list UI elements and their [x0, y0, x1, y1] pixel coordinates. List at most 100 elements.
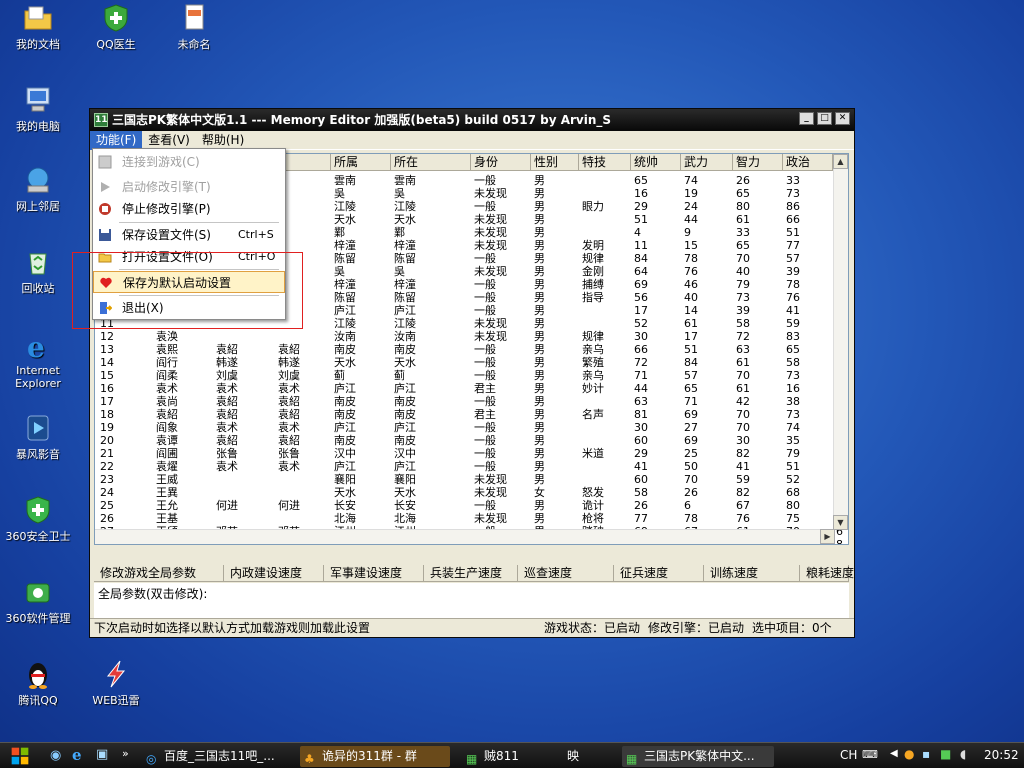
start-button-icon[interactable]: [10, 746, 30, 766]
menu-item-start-engine[interactable]: 启动修改引擎(T): [93, 176, 285, 198]
desktop-icon-baofeng[interactable]: 暴风影音: [0, 412, 76, 462]
table-cell: 未发现: [474, 213, 507, 226]
table-cell: 阎圃: [156, 447, 178, 460]
column-header[interactable]: 武力: [681, 154, 733, 171]
taskbar-button-ying[interactable]: 映: [545, 746, 605, 767]
language-indicator[interactable]: CH: [840, 748, 857, 762]
window-titlebar[interactable]: 11 三国志PK繁体中文版1.1 --- Memory Editor 加强版(b…: [90, 109, 854, 131]
table-cell: 天水: [394, 486, 416, 499]
desktop-icon-internet-explorer[interactable]: e Internet Explorer: [0, 330, 76, 390]
desktop-icon-my-computer[interactable]: 我的电脑: [0, 84, 76, 134]
ie-icon: e: [27, 331, 45, 362]
table-cell: 南皮: [334, 343, 356, 356]
tray-arrow-icon[interactable]: ◀: [890, 748, 898, 759]
table-row[interactable]: 18袁紹袁紹袁紹南皮南皮君主男名声816970739: [95, 408, 843, 421]
desktop-icon-unnamed[interactable]: 未命名: [156, 2, 232, 52]
window-title: 三国志PK繁体中文版1.1 --- Memory Editor 加强版(beta…: [112, 113, 612, 127]
maximize-button[interactable]: □: [817, 112, 832, 125]
taskbar-button-memory-editor[interactable]: ▦ 三国志PK繁体中文...: [622, 746, 774, 767]
scroll-down-icon[interactable]: ▼: [833, 515, 848, 530]
qq-tray-icon[interactable]: ●: [904, 747, 914, 761]
column-header[interactable]: 所属: [331, 154, 391, 171]
close-button[interactable]: ✕: [835, 112, 850, 125]
table-cell: 15: [100, 369, 114, 382]
table-cell: 北海: [334, 512, 356, 525]
table-row[interactable]: 26王基北海北海未发现男枪将777876757: [95, 512, 843, 525]
tab-3[interactable]: 兵装生产速度: [424, 565, 518, 582]
table-row[interactable]: 23王威襄阳襄阳未发现男607059526: [95, 473, 843, 486]
table-cell: 北海: [394, 512, 416, 525]
menu-item-stop-engine[interactable]: 停止修改引擎(P): [93, 198, 285, 220]
volume-tray-icon[interactable]: ◖: [960, 747, 966, 761]
vertical-scrollbar[interactable]: ▲ ▼: [833, 154, 848, 530]
desktop-icon-network[interactable]: 网上邻居: [0, 164, 76, 214]
desktop-icon-qq[interactable]: 腾讯QQ: [0, 658, 76, 708]
table-cell: 24: [100, 486, 114, 499]
desktop-icon-360-software[interactable]: 360软件管理: [0, 576, 76, 626]
table-row[interactable]: 16袁术袁术袁术庐江庐江君主男妙计446561163: [95, 382, 843, 395]
desktop-icon-web-thunder[interactable]: WEB迅雷: [78, 658, 154, 708]
table-cell: 26: [634, 499, 648, 512]
network-tray-icon[interactable]: ▪: [922, 747, 930, 761]
column-header[interactable]: 身份: [471, 154, 531, 171]
status-bar: 下次启动时如选择以默认方式加载游戏则加载此设置 游戏状态：已启动 修改引擎：已启…: [90, 618, 854, 637]
quicklaunch-ie-icon[interactable]: e: [72, 746, 82, 764]
table-cell: 王威: [156, 473, 178, 486]
quicklaunch-more-icon[interactable]: »: [122, 747, 129, 760]
table-row[interactable]: 14阎行韩遂韩遂天水天水一般男繁殖728461586: [95, 356, 843, 369]
desktop-icon-360-safe[interactable]: 360安全卫士: [0, 494, 76, 544]
table-row[interactable]: 12袁涣汝南汝南未发现男规律301772838: [95, 330, 843, 343]
desktop-icon-qq-doctor[interactable]: QQ医生: [78, 2, 154, 52]
document-icon: [185, 4, 204, 30]
column-header[interactable]: 性别: [531, 154, 579, 171]
quicklaunch-media-icon[interactable]: ◉: [50, 748, 61, 763]
tab-6[interactable]: 训练速度: [704, 565, 800, 582]
table-cell: 一般: [474, 278, 496, 291]
horizontal-scrollbar[interactable]: ▶: [95, 529, 835, 544]
column-header[interactable]: 政治: [783, 154, 833, 171]
tab-1[interactable]: 内政建设速度: [224, 565, 324, 582]
table-cell: 男: [534, 421, 545, 434]
table-row[interactable]: 25王允何进何进长安长安一般男诡计26667807: [95, 499, 843, 512]
global-param-panel[interactable]: 全局参数(双击修改):: [94, 583, 849, 618]
table-cell: 刘虞: [216, 369, 238, 382]
table-cell: 袁术: [216, 460, 238, 473]
scroll-right-icon[interactable]: ▶: [820, 529, 835, 544]
table-row[interactable]: 21阎圃张鲁张鲁汉中汉中一般男米道292582797: [95, 447, 843, 460]
tab-4[interactable]: 巡查速度: [518, 565, 614, 582]
table-cell: 袁紹: [278, 395, 300, 408]
table-cell: 16: [634, 187, 648, 200]
table-cell: 72: [634, 356, 648, 369]
column-header[interactable]: 特技: [579, 154, 631, 171]
table-cell: 29: [634, 200, 648, 213]
taskbar-button-baidu[interactable]: ◎ 百度_三国志11吧_...: [142, 746, 292, 767]
tab-0[interactable]: 修改游戏全局参数: [94, 565, 224, 582]
keyboard-icon[interactable]: ⌨: [862, 748, 878, 761]
table-row[interactable]: 17袁尚袁紹袁紹南皮南皮一般男637142387: [95, 395, 843, 408]
table-row[interactable]: 13袁熙袁紹袁紹南皮南皮一般男亲乌665163656: [95, 343, 843, 356]
table-cell: 襄阳: [394, 473, 416, 486]
column-header[interactable]: 统帅: [631, 154, 681, 171]
desktop-icon-my-documents[interactable]: 我的文档: [0, 2, 76, 52]
quicklaunch-desktop-icon[interactable]: ▣: [96, 747, 108, 762]
game-icon: [98, 155, 112, 169]
menu-item-connect-game[interactable]: 连接到游戏(C): [93, 151, 285, 173]
scroll-up-icon[interactable]: ▲: [833, 154, 848, 169]
tab-2[interactable]: 军事建设速度: [324, 565, 424, 582]
tab-5[interactable]: 征兵速度: [614, 565, 704, 582]
table-cell: 一般: [474, 499, 496, 512]
tab-7[interactable]: 粮耗速度: [800, 565, 854, 582]
table-row[interactable]: 19阎象袁术袁术庐江庐江一般男302770745: [95, 421, 843, 434]
table-row[interactable]: 22袁燿袁术袁术庐江庐江一般男415041515: [95, 460, 843, 473]
360-tray-icon[interactable]: ■: [940, 747, 951, 761]
table-row[interactable]: 24王異天水天水未发现女怒发582682687: [95, 486, 843, 499]
table-row[interactable]: 20袁谭袁紹袁紹南皮南皮一般男606930355: [95, 434, 843, 447]
taskbar-button-qq-group[interactable]: ♣ 诡异的311群 - 群: [300, 746, 450, 767]
menu-item-save-settings[interactable]: 保存设置文件(S) Ctrl+S: [93, 224, 285, 246]
column-header[interactable]: 所在: [391, 154, 471, 171]
desktop-icon-recycle-bin[interactable]: 回收站: [0, 246, 76, 296]
column-header[interactable]: 智力: [733, 154, 783, 171]
table-row[interactable]: 15阎柔刘虞刘虞蓟蓟一般男亲乌715770737: [95, 369, 843, 382]
minimize-button[interactable]: _: [799, 112, 814, 125]
clock[interactable]: 20:52: [984, 748, 1019, 762]
